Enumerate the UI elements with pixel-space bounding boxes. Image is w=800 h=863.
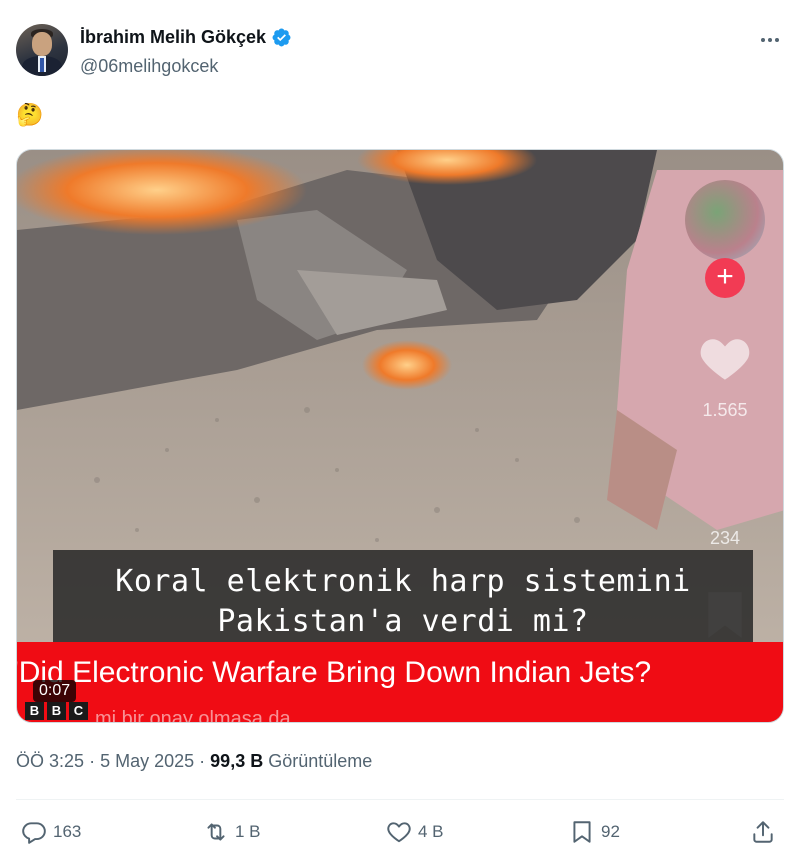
overlay-avatar: [685, 180, 765, 260]
meta-separator: ·: [89, 751, 96, 771]
subtitle-line-2: Pakistan'a verdi mi?: [217, 604, 589, 639]
bookmark-button[interactable]: 92: [569, 814, 620, 850]
like-button[interactable]: 4 B: [386, 814, 444, 850]
share-icon: [753, 821, 773, 843]
avatar[interactable]: [16, 24, 68, 76]
tweet-text: 🤔: [16, 102, 44, 127]
tweet-meta: ÖÖ 3:25 · 5 May 2025 · 99,3 B Görüntülem…: [16, 751, 372, 772]
banner-headline: 'Did Electronic Warfare Bring Down India…: [16, 656, 652, 689]
author-handle[interactable]: @06melihgokcek: [80, 56, 218, 77]
author-name-line: İbrahim Melih Gökçek: [80, 27, 292, 48]
banner-ticker: mi bir onay olmasa da: [95, 708, 291, 723]
tweet-header: İbrahim Melih Gökçek @06melihgokcek: [16, 24, 784, 84]
views-label: Görüntüleme: [268, 751, 373, 771]
tweet-time[interactable]: ÖÖ 3:25: [16, 751, 84, 771]
bbc-letter: B: [25, 702, 44, 720]
bookmark-count: 92: [601, 822, 620, 841]
reply-button[interactable]: 163: [21, 814, 81, 850]
share-button[interactable]: [750, 814, 776, 850]
meta-separator: ·: [199, 751, 206, 771]
action-bar: 163 1 B 4 B 92: [0, 814, 800, 850]
subtitle-line-1: Koral elektronik harp sistemini: [115, 564, 691, 599]
repost-count: 1 B: [235, 822, 261, 841]
heart-icon: [700, 339, 750, 380]
like-count: 4 B: [418, 822, 444, 841]
subtitle-box: Koral elektronik harp sistemini Pakistan…: [53, 550, 753, 646]
video-duration: 0:07: [33, 680, 77, 702]
display-name[interactable]: İbrahim Melih Gökçek: [80, 27, 266, 48]
views-count: 99,3 B: [210, 751, 264, 771]
plus-icon: +: [705, 258, 745, 298]
news-banner: 'Did Electronic Warfare Bring Down India…: [16, 642, 783, 723]
divider: [16, 799, 784, 800]
bbc-letter: C: [69, 702, 88, 720]
more-options-button[interactable]: [758, 30, 782, 50]
bookmark-icon: [573, 821, 591, 843]
bbc-letter: B: [47, 702, 66, 720]
reply-count: 163: [53, 822, 82, 841]
bbc-logo: B B C: [25, 702, 88, 720]
overlay-like-count: 1.565: [702, 400, 748, 420]
repost-icon: [207, 823, 225, 841]
video-player[interactable]: + 1.565 234 287 Koral elektronik harp si…: [16, 149, 784, 723]
overlay-comment-count: 234: [709, 528, 741, 548]
tweet-date[interactable]: 5 May 2025: [100, 751, 194, 771]
reply-icon: [22, 822, 46, 844]
repost-button[interactable]: 1 B: [203, 814, 261, 850]
verified-badge-icon: [272, 28, 291, 47]
heart-icon: [387, 822, 411, 843]
